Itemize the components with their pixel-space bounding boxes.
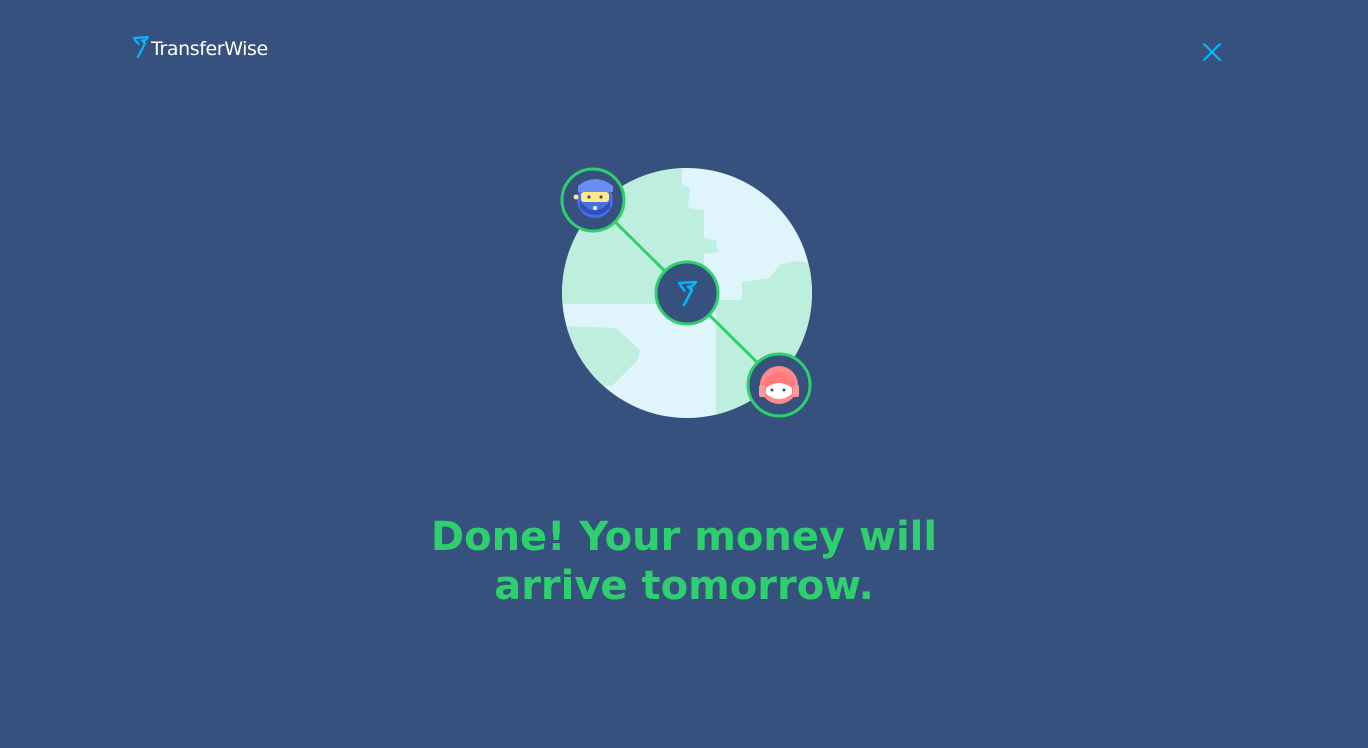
transferwise-logo[interactable]: TransferWise [132,33,268,61]
transferwise-badge [654,260,720,326]
brand-name: TransferWise [151,38,268,60]
transfer-illustration [558,164,818,422]
confirmation-message-line-2: arrive tomorrow. [494,563,874,609]
bearded-man-avatar-icon [560,167,626,233]
confirmation-message-line-1: Done! Your money will [430,514,938,560]
top-bar: TransferWise [0,0,1368,100]
close-button[interactable] [1198,38,1226,66]
confirmation-message: Done! Your money will arrive tomorrow. [0,513,1368,611]
transferwise-flag-icon [132,35,150,59]
close-icon [1203,43,1221,61]
woman-avatar-icon [746,352,812,418]
